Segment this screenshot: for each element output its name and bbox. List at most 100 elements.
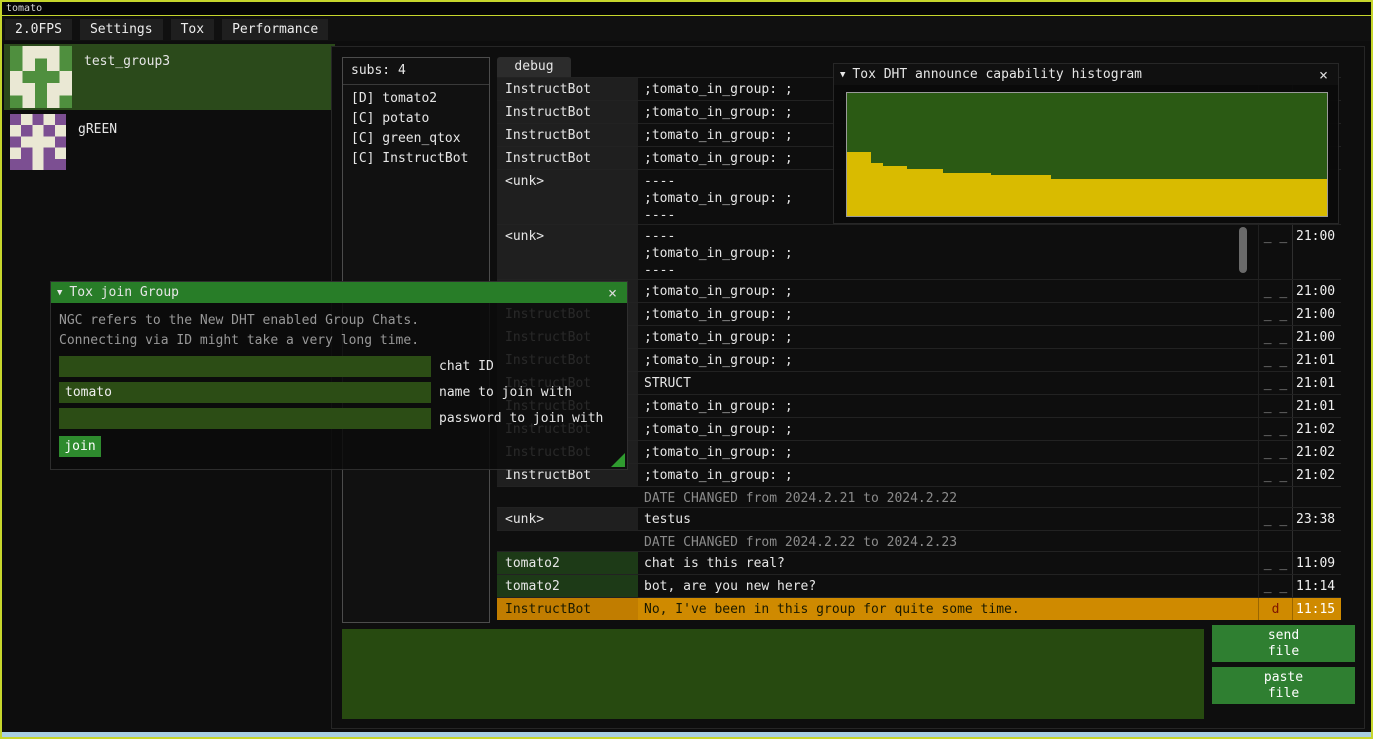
message-row[interactable]: DATE CHANGED from 2024.2.21 to 2024.2.22 (497, 486, 1341, 507)
message-flags[interactable]: _ _ (1258, 552, 1292, 574)
histogram-bar (1243, 179, 1255, 216)
histogram-bar (1027, 175, 1039, 216)
sub-item[interactable]: [C] green_qtox (343, 129, 489, 149)
message-time: 21:00 (1292, 225, 1341, 279)
group-avatar (10, 114, 66, 170)
message-author: InstructBot (497, 147, 638, 169)
sub-item[interactable]: [D] tomato2 (343, 89, 489, 109)
histogram-window: ▼ Tox DHT announce capability histogram … (833, 63, 1339, 224)
message-row[interactable]: tomato2chat is this real?_ _11:09 (497, 551, 1341, 574)
message-flags[interactable]: _ _ (1258, 418, 1292, 440)
chat-id-input[interactable] (59, 356, 431, 377)
paste-file-button[interactable]: paste file (1212, 667, 1355, 704)
sub-item[interactable]: [C] potato (343, 109, 489, 129)
histogram-bar (1063, 179, 1075, 216)
message-time: 11:14 (1292, 575, 1341, 597)
message-time: 11:09 (1292, 552, 1341, 574)
message-author (497, 487, 638, 507)
message-flags[interactable]: _ _ (1258, 349, 1292, 371)
message-time (1292, 487, 1341, 507)
message-text: ;tomato_in_group: ; (638, 349, 1258, 371)
message-flags[interactable]: _ _ (1258, 395, 1292, 417)
message-flags[interactable]: _ _ (1258, 303, 1292, 325)
join-field-row: password to join with (59, 408, 619, 429)
message-flags[interactable] (1258, 487, 1292, 507)
message-time: 23:38 (1292, 508, 1341, 530)
histogram-bar (1183, 179, 1195, 216)
message-author: tomato2 (497, 575, 638, 597)
histogram-bar (919, 169, 931, 216)
group-name: test_group3 (84, 54, 170, 69)
histogram-bar (1195, 179, 1207, 216)
close-icon[interactable]: × (1315, 66, 1332, 83)
histogram-bar (1291, 179, 1303, 216)
message-time: 21:00 (1292, 326, 1341, 348)
message-text: ;tomato_in_group: ; (638, 464, 1258, 486)
histogram-bar (1255, 179, 1267, 216)
histogram-bar (1123, 179, 1135, 216)
histogram-bar (1099, 179, 1111, 216)
message-row[interactable]: DATE CHANGED from 2024.2.22 to 2024.2.23 (497, 530, 1341, 551)
group-item-gREEN[interactable]: gREEN (4, 112, 335, 178)
message-row[interactable]: <unk>----;tomato_in_group: ;----_ _21:00 (497, 224, 1341, 279)
message-time: 21:01 (1292, 372, 1341, 394)
histogram-bar (1135, 179, 1147, 216)
join-field-label: chat ID (439, 359, 494, 374)
histogram-bar (943, 173, 955, 216)
message-flags[interactable]: _ _ (1258, 225, 1292, 279)
menu-item-settings[interactable]: Settings (80, 19, 163, 40)
collapse-icon[interactable]: ▼ (57, 288, 62, 298)
subs-header: subs: 4 (343, 58, 489, 84)
message-flags[interactable] (1258, 531, 1292, 551)
message-text: ;tomato_in_group: ; (638, 441, 1258, 463)
window-titlebar: tomato (2, 2, 1371, 16)
message-time (1292, 531, 1341, 551)
message-flags[interactable]: _ _ (1258, 508, 1292, 530)
join-group-titlebar[interactable]: ▼ Tox join Group × (51, 282, 627, 303)
message-text: STRUCT (638, 372, 1258, 394)
join-field-row: name to join with (59, 382, 619, 403)
message-input[interactable] (342, 629, 1204, 719)
subs-list: [D] tomato2[C] potato[C] green_qtox[C] I… (343, 89, 489, 169)
message-flags[interactable]: _ _ (1258, 326, 1292, 348)
histogram-bar (931, 169, 943, 216)
message-time: 21:02 (1292, 418, 1341, 440)
menu-bar: 2.0FPS SettingsToxPerformance (2, 17, 1371, 41)
menu-item-performance[interactable]: Performance (222, 19, 328, 40)
message-flags[interactable]: _ _ (1258, 464, 1292, 486)
join-button[interactable]: join (59, 436, 101, 457)
group-item-test_group3[interactable]: test_group3 (4, 44, 335, 110)
histogram-titlebar[interactable]: ▼ Tox DHT announce capability histogram … (834, 64, 1338, 85)
join-field-row: chat ID (59, 356, 619, 377)
histogram-bar (1003, 175, 1015, 216)
resize-grip[interactable] (611, 453, 625, 467)
histogram-bar (1087, 179, 1099, 216)
group-avatar (10, 46, 72, 108)
sub-item[interactable]: [C] InstructBot (343, 149, 489, 169)
message-flags[interactable]: _ _ (1258, 280, 1292, 302)
message-text: ----;tomato_in_group: ;---- (638, 225, 1258, 279)
message-flags[interactable]: _ _ (1258, 441, 1292, 463)
histogram-bar (847, 152, 859, 216)
menu-item-tox[interactable]: Tox (171, 19, 214, 40)
message-text: ;tomato_in_group: ; (638, 303, 1258, 325)
message-time: 21:00 (1292, 303, 1341, 325)
histogram-bar (1075, 179, 1087, 216)
message-row[interactable]: tomato2bot, are you new here?_ _11:14 (497, 574, 1341, 597)
join-password-input[interactable] (59, 408, 431, 429)
message-flags[interactable]: d (1258, 598, 1292, 620)
message-author: InstructBot (497, 78, 638, 100)
join-group-title: Tox join Group (69, 285, 597, 300)
tab-debug[interactable]: debug (497, 57, 571, 77)
message-flags[interactable]: _ _ (1258, 372, 1292, 394)
message-row[interactable]: InstructBotNo, I've been in this group f… (497, 597, 1341, 620)
chat-scrollbar[interactable] (1239, 227, 1247, 273)
join-info-line: NGC refers to the New DHT enabled Group … (59, 311, 619, 331)
collapse-icon[interactable]: ▼ (840, 70, 845, 80)
close-icon[interactable]: × (604, 284, 621, 301)
join-name-input[interactable] (59, 382, 431, 403)
message-flags[interactable]: _ _ (1258, 575, 1292, 597)
subs-separator (343, 84, 489, 85)
send-file-button[interactable]: send file (1212, 625, 1355, 662)
message-row[interactable]: <unk>testus_ _23:38 (497, 507, 1341, 530)
